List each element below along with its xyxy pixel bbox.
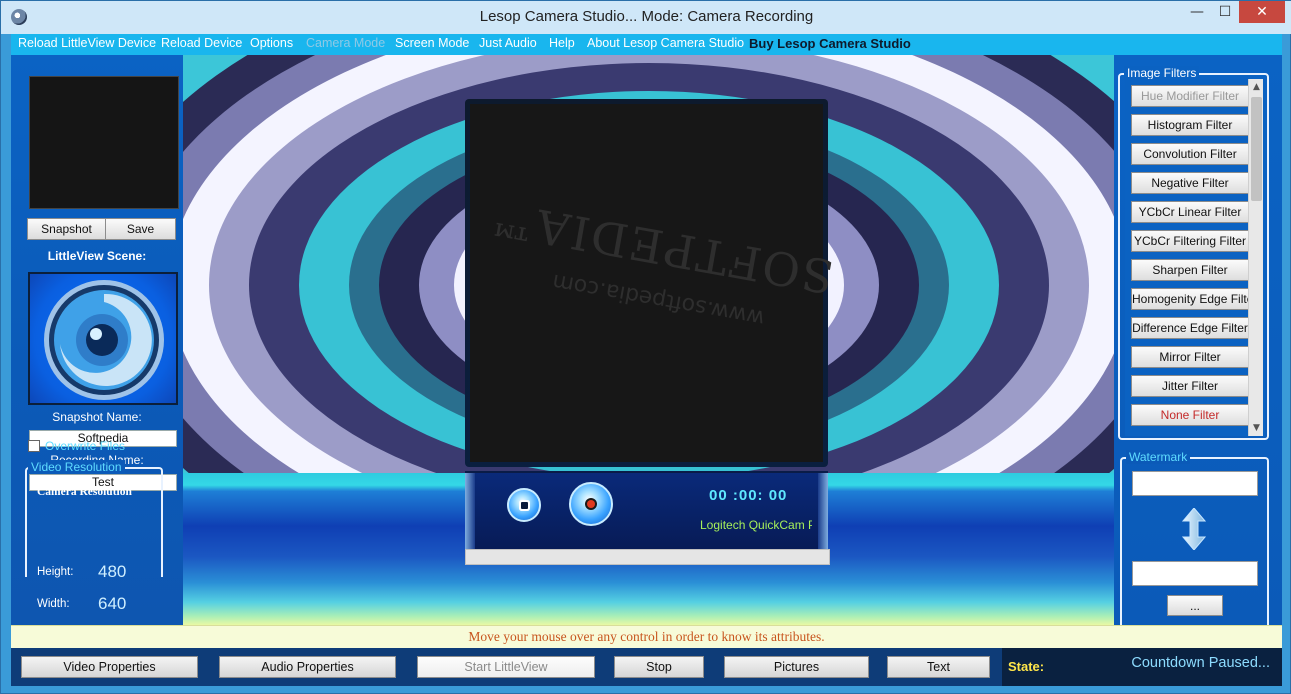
filter-histogram[interactable]: Histogram Filter: [1131, 114, 1249, 136]
scroll-thumb[interactable]: [1251, 97, 1262, 201]
video-resolution-title: Video Resolution: [28, 460, 125, 474]
width-value: 640: [98, 594, 127, 613]
pictures-button[interactable]: Pictures: [724, 656, 869, 678]
watermark-top-field[interactable]: [1132, 471, 1258, 496]
video-resolution-group: [25, 467, 163, 577]
state-label: State:: [1008, 659, 1045, 674]
menu-reload-littleview[interactable]: Reload LittleView Device: [18, 36, 156, 50]
filter-scrollbar[interactable]: ▲ ▼: [1248, 79, 1263, 436]
hint-text: Move your mouse over any control in orde…: [468, 629, 825, 644]
filter-negative[interactable]: Negative Filter: [1131, 172, 1249, 194]
video-properties-button[interactable]: Video Properties: [21, 656, 198, 678]
width-label: Width:: [37, 598, 70, 610]
bottom-toolbar: Video Properties Audio Properties Start …: [11, 648, 1002, 686]
watermark-browse-button[interactable]: ...: [1167, 595, 1223, 616]
overwrite-label[interactable]: Overwrite Files: [45, 439, 125, 453]
menu-screen-mode[interactable]: Screen Mode: [395, 36, 469, 50]
filter-difference-edge[interactable]: Difference Edge Filter: [1131, 317, 1249, 339]
menu-options[interactable]: Options: [250, 36, 293, 50]
menu-buy[interactable]: Buy Lesop Camera Studio: [749, 36, 911, 51]
audio-properties-button[interactable]: Audio Properties: [219, 656, 396, 678]
record-button[interactable]: [569, 482, 613, 526]
state-area: State: Countdown Paused...: [1002, 648, 1282, 686]
snapshot-button[interactable]: Snapshot: [27, 218, 106, 240]
menu-about[interactable]: About Lesop Camera Studio: [587, 36, 744, 50]
height-label: Height:: [37, 566, 74, 578]
scroll-up-icon[interactable]: ▲: [1249, 79, 1264, 95]
filter-list: Hue Modifier Filter Histogram Filter Con…: [1125, 79, 1265, 436]
filter-sharpen[interactable]: Sharpen Filter: [1131, 259, 1249, 281]
menu-camera-mode[interactable]: Camera Mode: [306, 36, 385, 50]
image-filters-title: Image Filters: [1124, 66, 1200, 80]
start-littleview-button[interactable]: Start LittleView: [417, 656, 595, 678]
scroll-down-icon[interactable]: ▼: [1249, 420, 1264, 436]
littleview-scene[interactable]: [28, 272, 178, 405]
recording-progress: [465, 549, 830, 565]
menu-help[interactable]: Help: [549, 36, 575, 50]
app-window: Lesop Camera Studio... Mode: Camera Reco…: [0, 0, 1291, 694]
overwrite-checkbox[interactable]: [28, 440, 40, 452]
filter-none[interactable]: None Filter: [1131, 404, 1249, 426]
device-name: Logitech QuickCam Pro: [700, 518, 812, 532]
state-value: Countdown Paused...: [1131, 655, 1270, 671]
close-button[interactable]: ✕: [1239, 1, 1285, 23]
filter-jitter[interactable]: Jitter Filter: [1131, 375, 1249, 397]
save-button[interactable]: Save: [105, 218, 176, 240]
camera-resolution-title: Camera Resolution: [37, 486, 132, 498]
lens-icon: [44, 280, 164, 400]
recording-timer: 00 :00: 00: [709, 487, 788, 504]
hint-bar: Move your mouse over any control in orde…: [11, 625, 1282, 648]
filter-homogenity-edge[interactable]: Homogenity Edge Filter: [1131, 288, 1249, 310]
watermark-bottom-field[interactable]: [1132, 561, 1258, 586]
snapshot-name-label: Snapshot Name:: [52, 410, 142, 424]
stop-button[interactable]: Stop: [614, 656, 704, 678]
title-bar: Lesop Camera Studio... Mode: Camera Reco…: [1, 1, 1291, 34]
maximize-button[interactable]: ☐: [1212, 1, 1238, 23]
window-title: Lesop Camera Studio... Mode: Camera Reco…: [479, 8, 814, 25]
filter-convolution[interactable]: Convolution Filter: [1131, 143, 1249, 165]
filter-ycbcr-linear[interactable]: YCbCr Linear Filter: [1131, 201, 1249, 223]
snapshot-preview: [29, 76, 179, 209]
littleview-label: LittleView Scene:: [47, 249, 147, 263]
filter-hue-modifier[interactable]: Hue Modifier Filter: [1131, 85, 1249, 107]
camera-stage: SOFTPEDIA™ www.softpedia.com 00 :00: 00 …: [183, 55, 1114, 625]
menu-reload-device[interactable]: Reload Device: [161, 36, 242, 50]
menu-just-audio[interactable]: Just Audio: [479, 36, 537, 50]
menu-bar: Reload LittleView Device Reload Device O…: [11, 34, 1282, 55]
watermark-title: Watermark: [1126, 450, 1191, 464]
snapshot-control-button[interactable]: [507, 488, 541, 522]
filter-mirror[interactable]: Mirror Filter: [1131, 346, 1249, 368]
minimize-button[interactable]: —: [1184, 1, 1210, 23]
up-down-arrows-icon[interactable]: [1182, 508, 1206, 550]
filter-ycbcr-filtering[interactable]: YCbCr Filtering Filter: [1131, 230, 1249, 252]
text-button[interactable]: Text: [887, 656, 990, 678]
height-value: 480: [98, 562, 127, 581]
